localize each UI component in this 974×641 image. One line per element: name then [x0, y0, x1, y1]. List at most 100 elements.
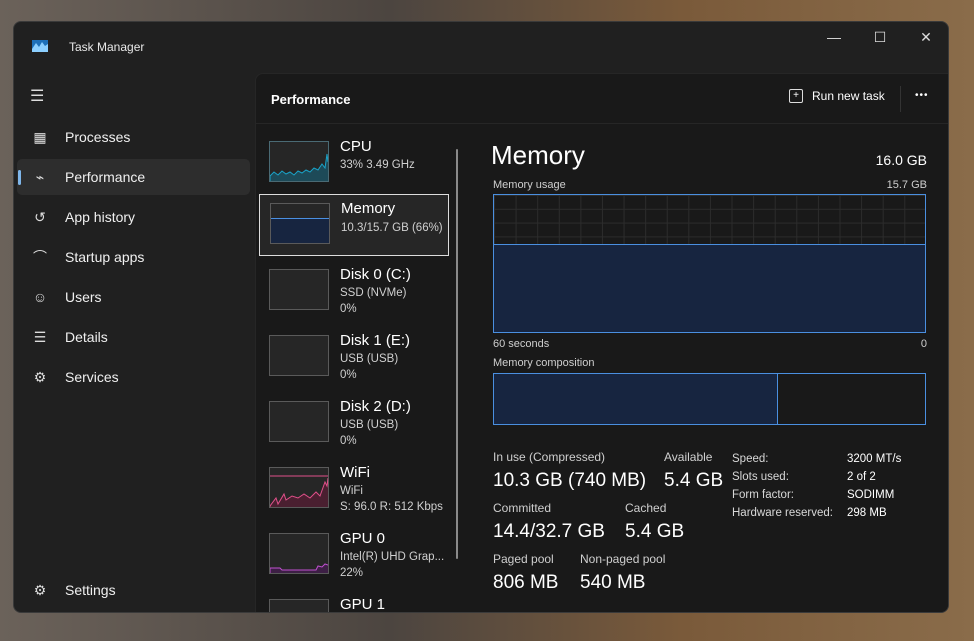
run-new-task-button[interactable]: + Run new task — [789, 89, 885, 103]
sidebar-item-services[interactable]: ⚙ Services — [17, 359, 250, 395]
device-name: Disk 2 (D:) — [340, 398, 411, 415]
history-icon: ↺ — [34, 208, 46, 225]
sidebar-item-processes[interactable]: ▦ Processes — [17, 119, 250, 155]
more-options-button[interactable]: ••• — [915, 90, 929, 101]
committed-value: 14.4/32.7 GB — [493, 521, 605, 542]
device-usage: 22% — [340, 567, 364, 579]
disk-thumbnail-graph — [269, 269, 329, 310]
paged-pool-value: 806 MB — [493, 572, 559, 593]
hamburger-menu-button[interactable]: ☰ — [30, 86, 44, 106]
device-name: WiFi — [340, 464, 370, 481]
memory-usage-graph — [493, 194, 926, 333]
task-manager-app-icon — [32, 40, 48, 52]
wifi-thumbnail-graph — [269, 467, 329, 508]
available-label: Available — [664, 450, 713, 464]
property-key: Speed: — [732, 453, 769, 465]
sidebar-item-performance[interactable]: ⌁ Performance — [17, 159, 250, 195]
memory-properties: Speed: Slots used: Form factor: Hardware… — [732, 450, 833, 522]
header-bar: Performance + Run new task ••• — [256, 74, 948, 124]
run-new-task-label: Run new task — [812, 89, 885, 103]
list-icon: ☰ — [33, 328, 47, 345]
sidebar-item-details[interactable]: ☰ Details — [17, 319, 250, 355]
property-value: 3200 MT/s — [847, 453, 902, 465]
property-value: 2 of 2 — [847, 471, 876, 483]
property-key: Form factor: — [732, 489, 794, 501]
services-icon: ⚙ — [33, 368, 47, 385]
sidebar-item-settings[interactable]: ⚙ Settings — [17, 572, 250, 608]
sidebar-item-label: Startup apps — [65, 249, 145, 265]
gear-icon: ⚙ — [33, 581, 47, 598]
device-list-scrollbar[interactable] — [456, 149, 458, 559]
device-detail: SSD (NVMe) — [340, 287, 407, 299]
page-title: Performance — [271, 92, 351, 107]
non-paged-pool-value: 540 MB — [580, 572, 646, 593]
users-icon: ☺ — [32, 289, 48, 305]
divider — [900, 86, 901, 112]
gpu-thumbnail-graph — [269, 533, 329, 574]
speedometer-icon: ⌒ — [33, 249, 47, 265]
in-use-segment — [494, 374, 779, 424]
device-name: GPU 1 — [340, 596, 386, 613]
device-item-gpu-1[interactable]: GPU 1 — [259, 591, 449, 613]
device-usage: 0% — [340, 369, 357, 381]
property-key: Slots used: — [732, 471, 789, 483]
device-item-disk-1[interactable]: Disk 1 (E:) USB (USB) 0% — [259, 327, 449, 389]
main-content: Performance + Run new task ••• CPU 33% 3.… — [255, 73, 948, 613]
memory-property-values: 3200 MT/s 2 of 2 SODIMM 298 MB — [847, 450, 901, 522]
cached-label: Cached — [625, 501, 667, 515]
sidebar-item-label: Services — [65, 369, 119, 385]
non-paged-pool-label: Non-paged pool — [580, 552, 666, 566]
maximize-button[interactable]: ☐ — [857, 22, 903, 52]
paged-pool-label: Paged pool — [493, 552, 554, 566]
close-button[interactable]: ✕ — [903, 22, 948, 52]
sidebar-item-label: Settings — [65, 582, 116, 598]
memory-thumbnail-graph — [270, 203, 330, 244]
device-detail: Intel(R) UHD Grap... — [340, 551, 445, 563]
cached-value: 5.4 GB — [625, 521, 685, 542]
performance-icon: ⌁ — [35, 168, 45, 185]
device-name: GPU 0 — [340, 530, 386, 547]
minimize-button[interactable]: — — [811, 22, 857, 52]
device-detail: USB (USB) — [340, 353, 399, 365]
device-usage: S: 96.0 R: 512 Kbps — [340, 501, 443, 513]
device-name: CPU — [340, 138, 372, 155]
device-list: CPU 33% 3.49 GHz Memory 10.3/15.7 GB (66… — [256, 125, 464, 613]
disk-thumbnail-graph — [269, 401, 329, 442]
memory-composition-label: Memory composition — [493, 357, 595, 369]
memory-usage-fill — [494, 244, 925, 332]
device-detail: WiFi — [340, 485, 363, 497]
device-detail: 33% 3.49 GHz — [340, 159, 415, 171]
device-detail: USB (USB) — [340, 419, 399, 431]
cpu-thumbnail-graph — [269, 141, 329, 182]
device-usage: 0% — [340, 435, 357, 447]
gpu-thumbnail-graph — [269, 599, 329, 612]
detail-title: Memory — [491, 140, 585, 170]
processes-icon: ▦ — [33, 128, 47, 145]
device-item-wifi[interactable]: WiFi WiFi S: 96.0 R: 512 Kbps — [259, 459, 449, 521]
device-item-gpu-0[interactable]: GPU 0 Intel(R) UHD Grap... 22% — [259, 525, 449, 587]
device-item-disk-2[interactable]: Disk 2 (D:) USB (USB) 0% — [259, 393, 449, 455]
disk-thumbnail-graph — [269, 335, 329, 376]
sidebar-item-startup-apps[interactable]: ⌒ Startup apps — [17, 239, 250, 275]
property-value: 298 MB — [847, 507, 887, 519]
device-item-cpu[interactable]: CPU 33% 3.49 GHz — [259, 133, 449, 195]
device-item-memory[interactable]: Memory 10.3/15.7 GB (66%) — [259, 194, 449, 256]
property-key: Hardware reserved: — [732, 507, 833, 519]
device-name: Disk 0 (C:) — [340, 266, 411, 283]
total-memory: 16.0 GB — [875, 152, 927, 168]
in-use-value: 10.3 GB (740 MB) — [493, 470, 647, 491]
property-value: SODIMM — [847, 489, 895, 501]
sidebar-item-label: Users — [65, 289, 102, 305]
device-usage: 0% — [340, 303, 357, 315]
window-title: Task Manager — [69, 40, 145, 54]
sidebar-item-label: Details — [65, 329, 108, 345]
device-item-disk-0[interactable]: Disk 0 (C:) SSD (NVMe) 0% — [259, 261, 449, 323]
device-detail: 10.3/15.7 GB (66%) — [341, 222, 443, 234]
sidebar-item-app-history[interactable]: ↺ App history — [17, 199, 250, 235]
sidebar-item-users[interactable]: ☺ Users — [17, 279, 250, 315]
device-name: Memory — [341, 200, 396, 217]
time-axis-left: 60 seconds — [493, 338, 550, 350]
new-task-icon: + — [789, 89, 803, 103]
memory-usage-max: 15.7 GB — [886, 179, 927, 191]
committed-label: Committed — [493, 501, 552, 515]
